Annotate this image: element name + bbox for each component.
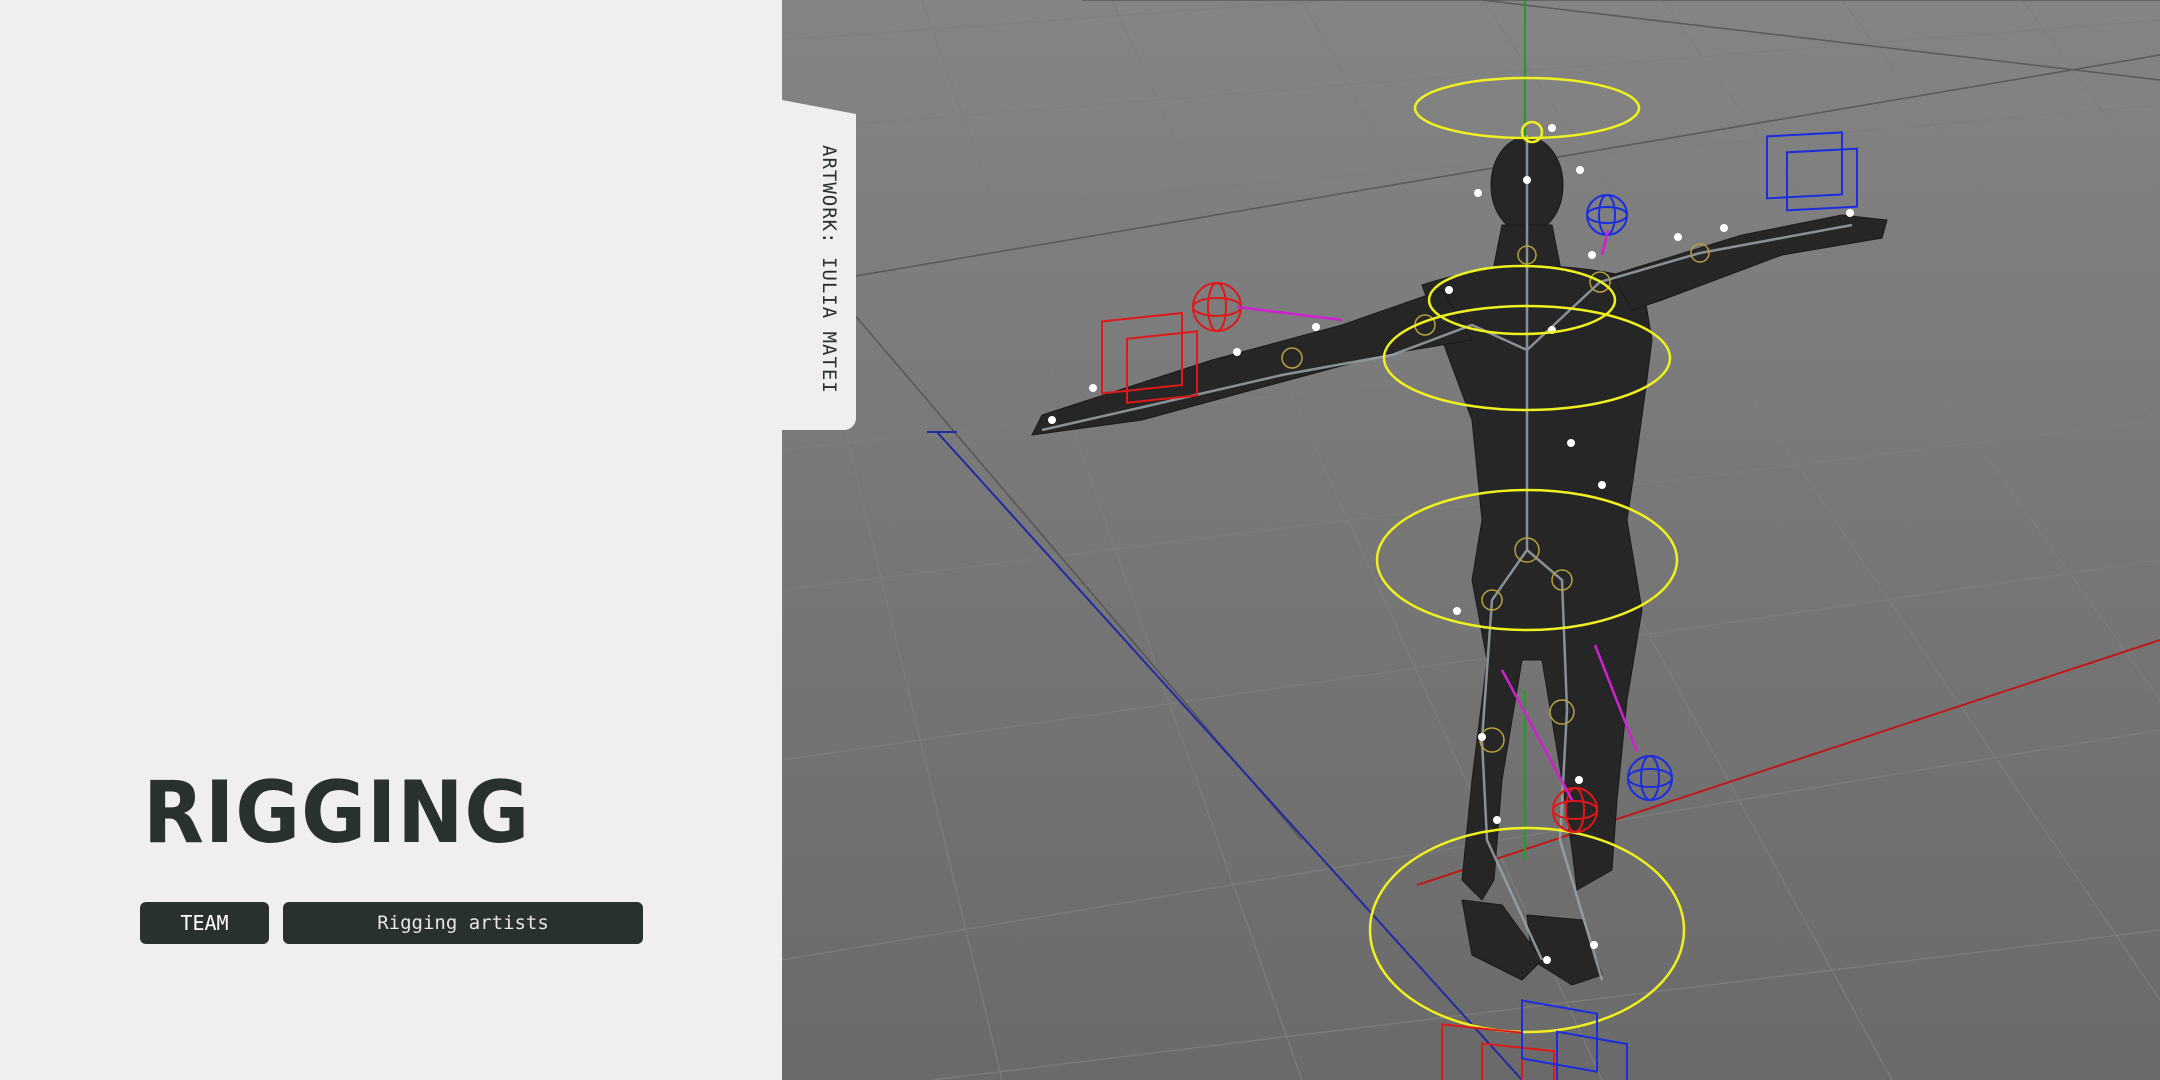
rig-scene bbox=[782, 0, 2160, 1080]
artwork-credit: ARTWORK: IULIA MATEI bbox=[818, 145, 840, 394]
team-value-tag: Rigging artists bbox=[283, 902, 643, 944]
axis-z bbox=[936, 431, 1523, 1080]
3d-viewport[interactable] bbox=[782, 0, 2160, 1080]
team-tag: TEAM bbox=[140, 902, 269, 944]
left-panel: RIGGING TEAM Rigging artists bbox=[0, 0, 782, 1080]
page-title: RIGGING bbox=[143, 763, 531, 863]
axis-x bbox=[1416, 639, 2160, 886]
